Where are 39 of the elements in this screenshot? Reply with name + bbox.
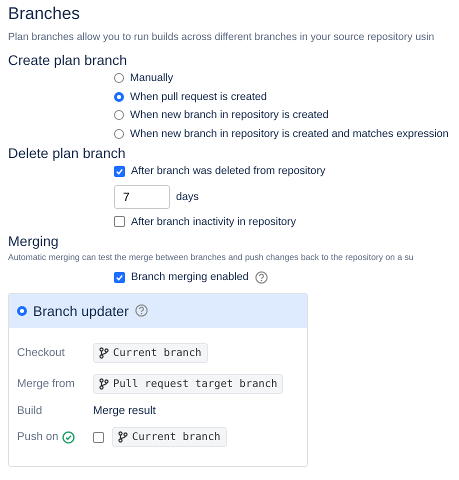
description: Plan branches allow you to run builds across different branches in your source repository usin [8,32,436,43]
branch-chip: Pull request target branch [93,374,284,394]
option-label: When new branch in repository is created [130,109,329,122]
radio-button[interactable] [17,306,27,316]
help-icon[interactable] [134,304,148,317]
field-value: Merge result [93,404,156,416]
option-label: When pull request is created [130,90,267,103]
radio-button[interactable] [114,73,124,84]
branch-icon [99,378,109,390]
branch-icon [118,431,128,443]
checkbox[interactable] [114,216,125,228]
radio-button[interactable] [114,92,124,102]
field-label: Merge from [17,378,76,390]
checkbox[interactable] [93,432,104,442]
option-label: After branch was deleted from repository [131,165,326,178]
checkbox[interactable] [114,166,125,177]
option-label: When new branch in repository is created and matches expression [130,128,449,140]
checkbox[interactable] [114,272,125,283]
field-label: Checkout [17,347,66,359]
option-label: After branch inactivity in repository [131,216,296,228]
branch-chip: Current branch [112,427,227,447]
radio-button[interactable] [114,128,124,139]
section-heading: Delete plan branch [8,145,127,162]
section-heading: Create plan branch [8,52,128,69]
option-label: Manually [130,72,174,84]
radio-button[interactable] [114,110,124,120]
page-title: Branches [8,3,81,25]
option-label: Branch merging enabled [131,271,249,284]
panel-title: Branch updater [33,302,129,318]
description: Automatic merging can test the merge between branches and push changes back to the repository on a su [8,252,415,262]
branch-chip: Current branch [93,343,208,363]
field-label: Push on [17,431,58,443]
check-circle-icon [62,430,76,444]
field-label: Build [17,404,44,416]
days-field[interactable]: 7 [114,184,170,208]
help-icon[interactable] [254,270,268,284]
branch-icon [99,347,109,359]
days-label: days [176,190,199,202]
section-heading: Merging [8,233,60,250]
